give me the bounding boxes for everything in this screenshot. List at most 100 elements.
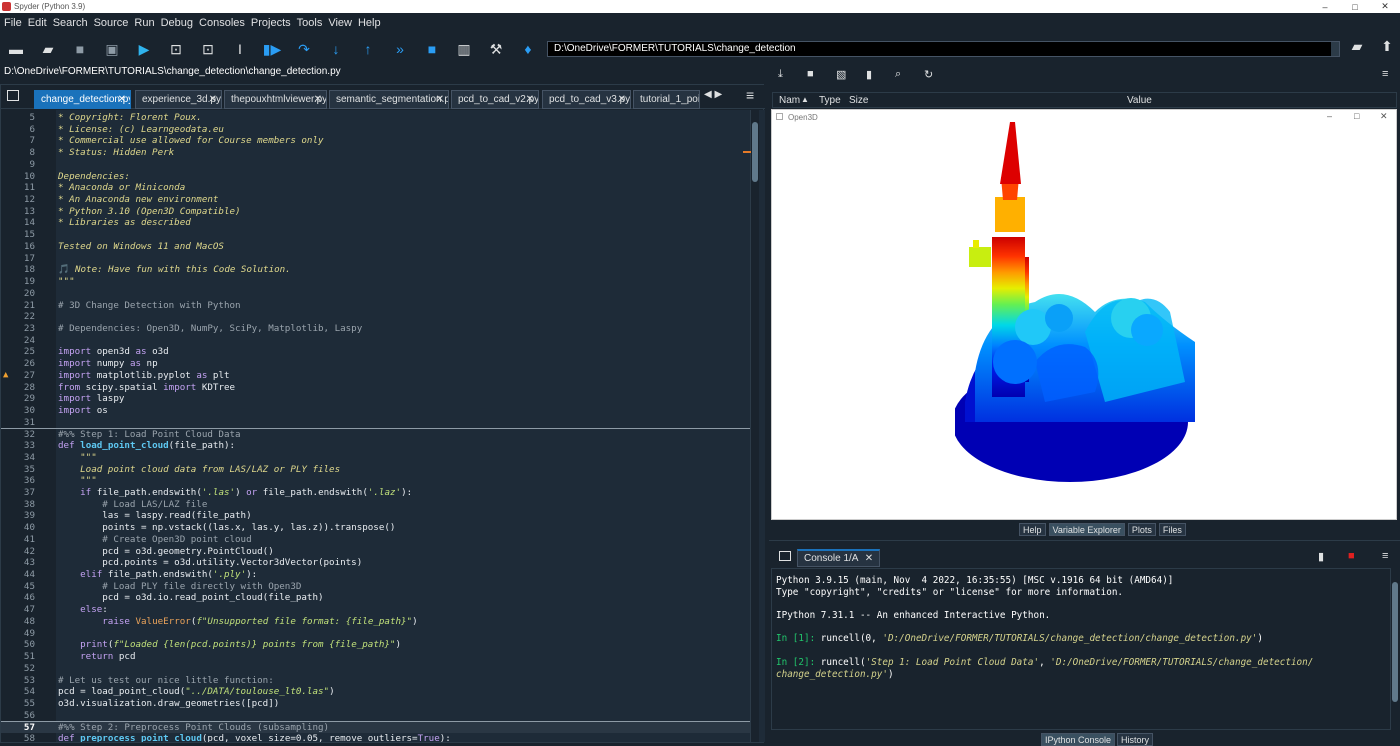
console-output[interactable]: Python 3.9.15 (main, Nov 4 2022, 16:35:5… bbox=[771, 568, 1391, 730]
code-token: (file_path): bbox=[168, 440, 236, 452]
code-line: 5 * Copyright: Florent Poux. bbox=[1, 112, 751, 124]
hamburger-menu-icon[interactable]: ≡ bbox=[1382, 550, 1388, 562]
tab-thepouxhtmlviewer[interactable]: thepouxhtmlviewer.py ✕ bbox=[224, 90, 327, 109]
code-text: * Copyright: Florent Poux. bbox=[58, 112, 202, 124]
editor-scrollbar[interactable] bbox=[743, 110, 759, 742]
close-icon[interactable]: ✕ bbox=[526, 94, 534, 105]
chevron-down-icon[interactable] bbox=[1331, 42, 1339, 56]
import-data-icon[interactable]: ⤓ bbox=[778, 68, 783, 81]
menu-edit[interactable]: Edit bbox=[28, 17, 47, 29]
tab-change-detection[interactable]: change_detection.py ✕ bbox=[34, 90, 131, 109]
open3d-viewer-window[interactable]: Open3D – □ ✕ bbox=[771, 109, 1397, 520]
step-over-icon[interactable]: ↷ bbox=[288, 36, 320, 62]
python-path-icon[interactable]: ♦ bbox=[512, 36, 544, 62]
tab-experience-3d[interactable]: experience_3d.py ✕ bbox=[135, 90, 222, 109]
tab-files[interactable]: Files bbox=[1158, 523, 1186, 536]
menu-debug[interactable]: Debug bbox=[161, 17, 193, 29]
code-line: 56 bbox=[1, 710, 751, 722]
tab-semantic-segmentation[interactable]: semantic_segmentation.py ✕ bbox=[329, 90, 449, 109]
interrupt-kernel-icon[interactable]: ■ bbox=[1348, 550, 1355, 562]
working-directory-input[interactable]: D:\OneDrive\FORMER\TUTORIALS\change_dete… bbox=[547, 41, 1340, 57]
run-selection-icon[interactable]: I bbox=[224, 36, 256, 62]
close-icon[interactable]: ✕ bbox=[314, 94, 322, 105]
remove-variables-icon[interactable]: ▮ bbox=[1318, 550, 1324, 563]
column-name[interactable]: Nam bbox=[779, 95, 800, 106]
new-file-icon[interactable]: ▬ bbox=[0, 36, 32, 62]
tab-plots[interactable]: Plots bbox=[1127, 523, 1156, 536]
column-value[interactable]: Value bbox=[1127, 95, 1152, 106]
line-number: 38 bbox=[23, 498, 35, 510]
tab-pcd-to-cad-v2[interactable]: pcd_to_cad_v2.py ✕ bbox=[451, 90, 539, 109]
menu-consoles[interactable]: Consoles bbox=[199, 17, 245, 29]
menu-projects[interactable]: Projects bbox=[251, 17, 291, 29]
minimize-button[interactable]: – bbox=[1310, 2, 1340, 12]
save-data-icon[interactable]: ■ bbox=[807, 68, 814, 80]
save-data-as-icon[interactable]: ▧ bbox=[836, 68, 846, 81]
run-cell-icon[interactable]: ⊡ bbox=[160, 36, 192, 62]
menu-run[interactable]: Run bbox=[134, 17, 154, 29]
scrollbar-thumb[interactable] bbox=[1392, 582, 1398, 702]
browse-folder-icon[interactable]: ▰ bbox=[1345, 38, 1369, 60]
menu-help[interactable]: Help bbox=[358, 17, 381, 29]
tab-variable-explorer[interactable]: Variable Explorer bbox=[1048, 523, 1125, 536]
refresh-icon[interactable]: ↻ bbox=[924, 68, 933, 81]
maximize-button[interactable]: □ bbox=[1354, 111, 1359, 121]
column-type[interactable]: Type bbox=[819, 95, 841, 106]
close-window-button[interactable]: ✕ bbox=[1380, 111, 1388, 122]
hamburger-menu-icon[interactable]: ≡ bbox=[1382, 68, 1388, 80]
maximize-button[interactable]: □ bbox=[1340, 2, 1370, 12]
menu-source[interactable]: Source bbox=[94, 17, 129, 29]
console-scrollbar[interactable] bbox=[1391, 568, 1400, 730]
code-line: 13 * Python 3.10 (Open3D Compatible) bbox=[1, 206, 751, 218]
close-window-button[interactable]: ✕ bbox=[1370, 1, 1400, 12]
warning-icon[interactable]: ▲ bbox=[3, 370, 8, 382]
step-into-icon[interactable]: ↓ bbox=[320, 36, 352, 62]
save-icon[interactable]: ■ bbox=[64, 36, 96, 62]
remove-all-icon[interactable]: ▮ bbox=[866, 68, 872, 81]
close-icon[interactable]: ✕ bbox=[865, 553, 873, 564]
code-editor[interactable]: 5 * Copyright: Florent Poux. 6 * License: (… bbox=[1, 110, 765, 742]
close-icon[interactable]: ✕ bbox=[118, 94, 126, 105]
stop-icon[interactable]: ■ bbox=[416, 36, 448, 62]
code-line: 50 print(f"Loaded {len(pcd.points)} poin… bbox=[1, 639, 751, 651]
run-icon[interactable]: ▶ bbox=[128, 36, 160, 62]
menu-file[interactable]: File bbox=[4, 17, 22, 29]
code-token: or bbox=[246, 487, 258, 498]
line-number: 52 bbox=[23, 662, 35, 674]
run-cell-advance-icon[interactable]: ⊡ bbox=[192, 36, 224, 62]
open-folder-icon[interactable]: ▰ bbox=[32, 36, 64, 62]
tab-pcd-to-cad-v3[interactable]: pcd_to_cad_v3.py ✕ bbox=[542, 90, 631, 109]
tab-help[interactable]: Help bbox=[1019, 523, 1046, 536]
tab-console-1a[interactable]: Console 1/A ✕ bbox=[797, 549, 881, 567]
hamburger-menu-icon[interactable]: ≡ bbox=[746, 87, 754, 103]
continue-icon[interactable]: » bbox=[384, 36, 416, 62]
tab-history[interactable]: History bbox=[1117, 733, 1154, 746]
browse-tabs-icon[interactable] bbox=[7, 90, 19, 101]
minimize-button[interactable]: – bbox=[1327, 111, 1332, 121]
menu-tools[interactable]: Tools bbox=[297, 17, 323, 29]
code-token: # Let us test our nice little function: bbox=[58, 674, 274, 686]
warning-marker bbox=[743, 151, 751, 153]
browse-tabs-icon[interactable] bbox=[779, 551, 791, 561]
tab-scroll-arrows-icon[interactable]: ◀ ▶ bbox=[704, 89, 722, 100]
tab-ipython-console[interactable]: IPython Console bbox=[1041, 733, 1116, 746]
wrench-icon[interactable]: ⚒ bbox=[480, 36, 512, 62]
close-icon[interactable]: ✕ bbox=[436, 94, 444, 105]
code-token: """ bbox=[58, 451, 97, 463]
scrollbar-thumb[interactable] bbox=[752, 122, 758, 182]
tab-tutorial-1-point[interactable]: tutorial_1_point_ bbox=[633, 90, 700, 109]
menu-search[interactable]: Search bbox=[53, 17, 88, 29]
step-out-icon[interactable]: ↑ bbox=[352, 36, 384, 62]
close-icon[interactable]: ✕ bbox=[209, 94, 217, 105]
column-size[interactable]: Size bbox=[849, 95, 868, 106]
code-token: from bbox=[58, 381, 81, 393]
menu-view[interactable]: View bbox=[328, 17, 352, 29]
code-text: def load_point_cloud(file_path): bbox=[58, 440, 235, 452]
search-icon[interactable]: ⌕ bbox=[895, 68, 901, 81]
save-all-icon[interactable]: ▣ bbox=[96, 36, 128, 62]
code-text: return pcd bbox=[58, 651, 135, 663]
close-icon[interactable]: ✕ bbox=[618, 94, 626, 105]
maximize-pane-icon[interactable]: ▥ bbox=[448, 36, 480, 62]
debug-icon[interactable]: ▮▶ bbox=[256, 36, 288, 62]
parent-directory-icon[interactable]: ⬆ bbox=[1375, 38, 1399, 60]
